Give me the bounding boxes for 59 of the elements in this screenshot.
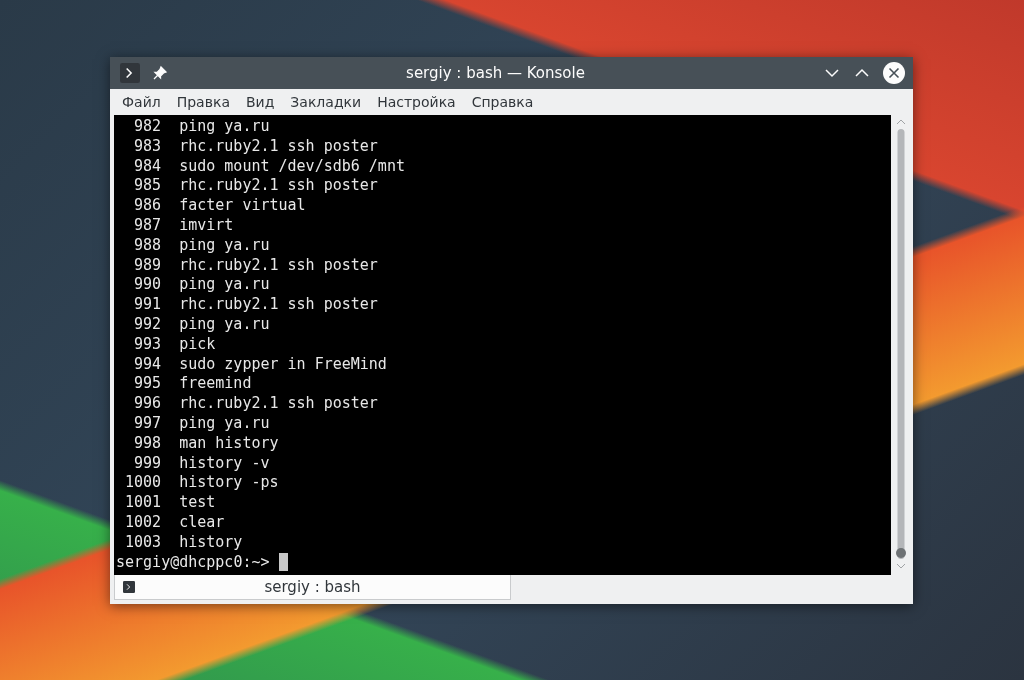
window-title: sergiy : bash — Konsole [405, 64, 586, 82]
terminal-tab[interactable]: sergiy : bash [114, 575, 511, 600]
history-number: 987 [133, 216, 162, 236]
history-command: rhc.ruby2.1 ssh poster [179, 394, 378, 414]
history-number: 997 [133, 413, 162, 434]
history-number: 996 [133, 394, 162, 414]
menu-item[interactable]: Файл [114, 94, 169, 110]
history-command: pick [179, 334, 216, 355]
history-number: 995 [133, 374, 162, 395]
history-number: 1002 [124, 512, 162, 533]
history-number: 993 [133, 334, 162, 355]
history-number: 990 [133, 275, 162, 296]
history-number: 982 [133, 117, 162, 137]
history-command: test [179, 493, 216, 513]
history-command: history [179, 532, 243, 553]
history-command: rhc.ruby2.1 ssh poster [179, 136, 378, 157]
menu-item[interactable]: Закладки [282, 94, 370, 110]
menu-item[interactable]: Вид [237, 94, 283, 110]
history-number: 1003 [124, 532, 162, 553]
menu-item[interactable]: Настройка [369, 94, 464, 110]
history-number: 983 [133, 136, 162, 157]
history-command: freemind [179, 374, 252, 395]
history-command: ping ya.ru [179, 275, 270, 296]
history-number: 985 [133, 176, 162, 197]
pin-icon[interactable] [152, 65, 168, 81]
history-command: ping ya.ru [179, 235, 270, 256]
history-number: 992 [133, 314, 162, 335]
history-number: 986 [133, 196, 162, 216]
history-command: rhc.ruby2.1 ssh poster [179, 255, 378, 276]
menu-item[interactable]: Правка [168, 94, 238, 110]
history-command: ping ya.ru [179, 314, 270, 335]
history-command: man history [179, 433, 279, 454]
history-command: rhc.ruby2.1 ssh poster [179, 176, 378, 197]
history-number: 994 [133, 354, 162, 375]
history-number: 1001 [124, 493, 162, 513]
history-number: 1000 [124, 473, 162, 494]
history-command: history -ps [179, 473, 279, 494]
scrollbar-drawing[interactable] [895, 129, 906, 559]
history-command: ping ya.ru [179, 117, 270, 137]
history-command: ping ya.ru [179, 413, 270, 434]
history-command: imvirt [179, 216, 234, 236]
history-number: 998 [133, 433, 162, 454]
shell-prompt: sergiy@dhcppc0:~> [116, 552, 270, 573]
history-number: 984 [133, 156, 162, 177]
history-number: 988 [133, 235, 162, 256]
history-number: 989 [133, 255, 162, 276]
terminal-icon [123, 581, 135, 593]
history-number: 991 [133, 295, 162, 315]
menu-item[interactable]: Справка [463, 94, 542, 110]
history-command: rhc.ruby2.1 ssh poster [179, 295, 378, 315]
text-cursor [278, 552, 288, 571]
terminal-icon [120, 63, 140, 83]
history-command: sudo zypper in FreeMind [179, 354, 387, 375]
history-command: clear [179, 512, 225, 533]
history-command: sudo mount /dev/sdb6 /mnt [179, 156, 405, 177]
close-button[interactable] [883, 62, 905, 84]
history-number: 999 [133, 453, 162, 474]
history-command: facter virtual [179, 196, 306, 216]
history-command: history -v [179, 453, 270, 474]
